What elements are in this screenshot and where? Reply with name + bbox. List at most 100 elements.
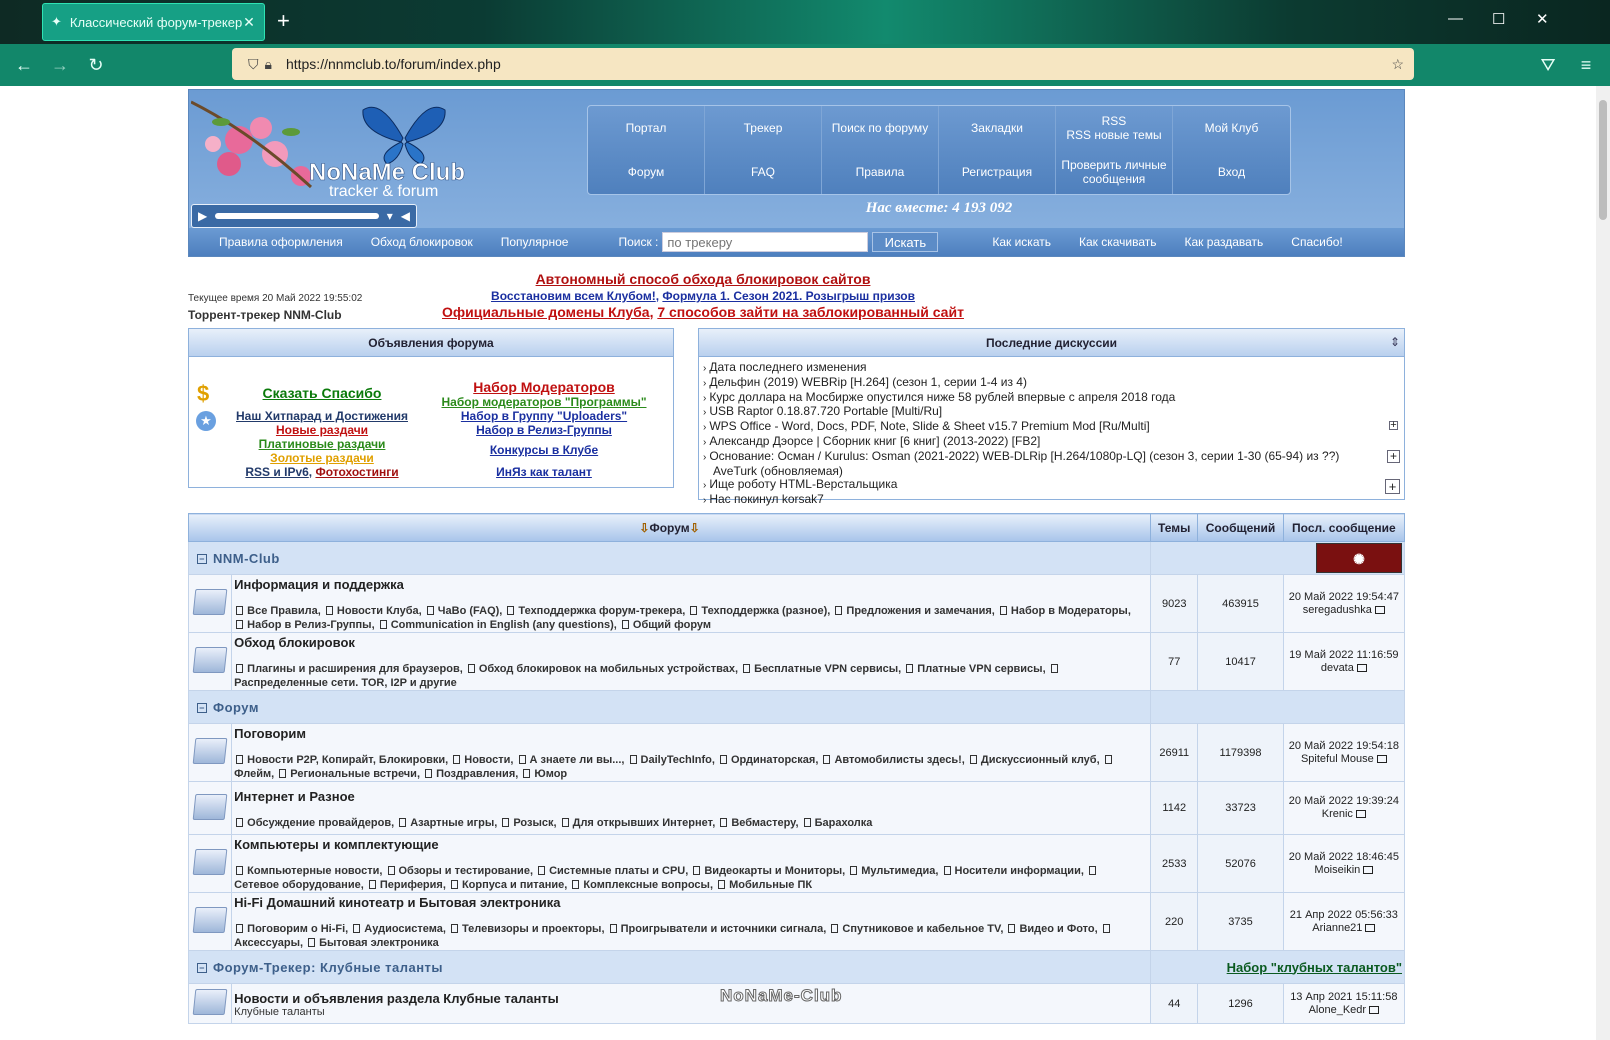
discussion-item[interactable]: AveTurk (обновляемая) xyxy=(703,464,1404,479)
announcement-link[interactable]: Конкурсы в Клубе xyxy=(429,443,659,457)
reload-icon[interactable]: ↻ xyxy=(78,55,114,76)
subforum-link[interactable]: Все Правила xyxy=(247,605,318,617)
back-icon[interactable]: ← xyxy=(6,55,42,76)
url-text[interactable]: https://nnmclub.to/forum/index.php xyxy=(286,56,1385,72)
subforum-link[interactable]: Барахолка xyxy=(815,817,873,829)
new-tab-icon[interactable]: + xyxy=(277,10,290,32)
minimize-icon[interactable]: — xyxy=(1448,10,1463,27)
subforum-link[interactable]: А знаете ли вы... xyxy=(530,754,622,766)
subforum-link[interactable]: Сетевое оборудование xyxy=(234,879,361,891)
discussion-title[interactable]: USB Raptor 0.18.87.720 Portable [Multi/R… xyxy=(709,404,942,418)
subforum-link[interactable]: Новости Клуба xyxy=(337,605,419,617)
announcement-link[interactable]: Золотые раздачи xyxy=(229,451,415,465)
rss-link[interactable]: RSS и IPv6 xyxy=(245,465,308,479)
announcement-link[interactable]: Наш Хитпарад и Достижения xyxy=(229,409,415,423)
collapse-icon[interactable]: ⇕ xyxy=(1390,335,1400,349)
discussion-item[interactable]: › Основание: Осман / Kurulus: Osman (2021… xyxy=(703,449,1404,465)
subforum-link[interactable]: Автомобилисты здесь! xyxy=(834,754,961,766)
subforum-link[interactable]: Поздравления xyxy=(436,768,515,780)
menu-item[interactable]: Портал xyxy=(588,106,705,150)
address-bar[interactable]: ⛉ 🔒︎ https://nnmclub.to/forum/index.php … xyxy=(232,48,1414,80)
subforum-link[interactable]: Вебмастеру xyxy=(731,817,795,829)
search-button[interactable]: Искать xyxy=(872,232,939,252)
subforum-link[interactable]: Предложения и замечания xyxy=(846,605,991,617)
forum-name[interactable]: Новости и объявления раздела Клубные тал… xyxy=(234,991,1148,1006)
subforum-link[interactable]: Платные VPN сервисы xyxy=(917,663,1042,675)
subforum-link[interactable]: Общий форум xyxy=(633,619,711,631)
subforum-link[interactable]: Бесплатные VPN сервисы xyxy=(754,663,898,675)
menu-item[interactable]: Закладки xyxy=(939,106,1056,150)
subforum-link[interactable]: Видеокарты и Мониторы xyxy=(704,865,842,877)
subforum-link[interactable]: Поговорим о Hi-Fi xyxy=(247,923,345,935)
browser-tab[interactable]: ✦ Классический форум-трекер ✕ xyxy=(42,3,265,41)
announce-link[interactable]: Официальные домены Клуба xyxy=(442,304,650,320)
announcement-link[interactable]: Сказать Спасибо xyxy=(229,385,415,401)
subforum-link[interactable]: Азартные игры xyxy=(410,817,494,829)
subforum-link[interactable]: Региональные встречи xyxy=(290,768,417,780)
menu-item[interactable]: Форум xyxy=(588,150,705,194)
subforum-link[interactable]: Новости xyxy=(464,754,510,766)
menu-icon[interactable]: ≡ xyxy=(1568,55,1604,76)
subforum-link[interactable]: Аудиосистема xyxy=(364,923,443,935)
discussion-item[interactable]: › Ище роботу HTML-Верстальщика xyxy=(703,477,1404,493)
menu-item[interactable]: RSS RSS новые темы xyxy=(1056,106,1173,150)
announcement-link[interactable]: Набор в Группу "Uploaders" xyxy=(429,409,659,423)
last-post-user[interactable]: Moiseikin xyxy=(1314,864,1360,876)
subforum-link[interactable]: Розыск xyxy=(513,817,553,829)
subforum-link[interactable]: Корпуса и питание xyxy=(462,879,564,891)
subforum-link[interactable]: Мобильные ПК xyxy=(729,879,812,891)
subforum-link[interactable]: Новости P2P, Копирайт, Блокировки xyxy=(247,754,445,766)
subforum-link[interactable]: Комплексные вопросы xyxy=(583,879,710,891)
subnav-link[interactable]: Популярное xyxy=(501,235,569,249)
announcement-link[interactable]: Набор в Релиз-Группы xyxy=(429,423,659,437)
announcement-link[interactable]: Набор Модераторов xyxy=(429,379,659,395)
bookmark-star-icon[interactable]: ☆ xyxy=(1391,56,1404,73)
forum-name[interactable]: Hi-Fi Домашний кинотеатр и Бытовая элект… xyxy=(234,895,1148,910)
volume-icon[interactable]: ◀ xyxy=(401,209,410,223)
subforum-link[interactable]: Плагины и расширения для браузеров xyxy=(247,663,460,675)
subnav-link[interactable]: Как искать xyxy=(992,235,1051,249)
lock-icon[interactable]: 🔒︎ xyxy=(265,56,272,73)
expand-icon[interactable]: + xyxy=(1385,479,1400,494)
category-name[interactable]: − Форум-Трекер: Клубные таланты xyxy=(189,960,443,975)
category-title[interactable]: NNM-Club xyxy=(213,551,280,566)
menu-item[interactable]: Поиск по форуму xyxy=(822,106,939,150)
subforum-link[interactable]: Носители информации xyxy=(955,865,1081,877)
subforum-link[interactable]: Ординаторская xyxy=(731,754,815,766)
sort-arrow-icon[interactable]: ⇩ xyxy=(639,521,649,535)
announce-link[interactable]: Восстановим всем Клубом! xyxy=(491,289,656,303)
last-post-user[interactable]: seregadushka xyxy=(1303,604,1372,616)
category-name[interactable]: − Форум xyxy=(189,700,259,715)
subforum-link[interactable]: Обсуждение провайдеров xyxy=(247,817,391,829)
site-name[interactable]: Торрент-трекер NNM-Club xyxy=(188,308,342,322)
menu-item[interactable]: Мой Клуб xyxy=(1173,106,1290,150)
subforum-link[interactable]: Распределенные сети. TOR, I2P и другие xyxy=(234,677,457,689)
subforum-link[interactable]: Набор в Модераторы xyxy=(1011,605,1128,617)
announcement-link[interactable]: ИнЯз как талант xyxy=(429,465,659,479)
goto-post-icon[interactable] xyxy=(1363,865,1374,874)
forum-name[interactable]: Информация и поддержка xyxy=(234,577,1148,592)
subnav-link[interactable]: Правила оформления xyxy=(219,235,343,249)
goto-post-icon[interactable] xyxy=(1374,605,1385,614)
subforum-link[interactable]: DailyTechInfo xyxy=(641,754,712,766)
menu-item[interactable]: Правила xyxy=(822,150,939,194)
last-post-user[interactable]: Krenic xyxy=(1322,808,1353,820)
discussion-title[interactable]: WPS Office - Word, Docs, PDF, Note, Slid… xyxy=(709,419,1149,433)
forum-name[interactable]: Обход блокировок xyxy=(234,635,1148,650)
discussion-title[interactable]: Основание: Осман / Kurulus: Osman (2021-… xyxy=(709,449,1339,463)
goto-post-icon[interactable] xyxy=(1355,810,1366,818)
last-post-user[interactable]: Alone_Kedr xyxy=(1309,1004,1367,1016)
announcement-link[interactable]: Новые раздачи xyxy=(229,423,415,437)
site-logo[interactable]: NoNaMe Club tracker & forum xyxy=(191,92,469,204)
subforum-link[interactable]: Техподдержка форум-трекера xyxy=(518,605,682,617)
expand-icon[interactable]: + xyxy=(1387,450,1400,463)
discussion-item[interactable]: › Александр Дэорсе | Сборник книг [6 книг… xyxy=(703,434,1404,450)
category-title[interactable]: Форум-Трекер: Клубные таланты xyxy=(213,960,443,975)
announce-link[interactable]: Формула 1. Сезон 2021. Розыгрыш призов xyxy=(662,289,915,303)
subforum-link[interactable]: Проигрыватели и источники сигнала xyxy=(621,923,824,935)
menu-item[interactable]: FAQ xyxy=(705,150,822,194)
discussion-item[interactable]: › Дельфин (2019) WEBRip [H.264] (сезон 1,… xyxy=(703,375,1404,391)
subforum-link[interactable]: Системные платы и CPU xyxy=(549,865,685,877)
shield-icon[interactable]: ⛉ xyxy=(248,56,259,73)
expand-icon[interactable]: + xyxy=(1389,420,1398,431)
